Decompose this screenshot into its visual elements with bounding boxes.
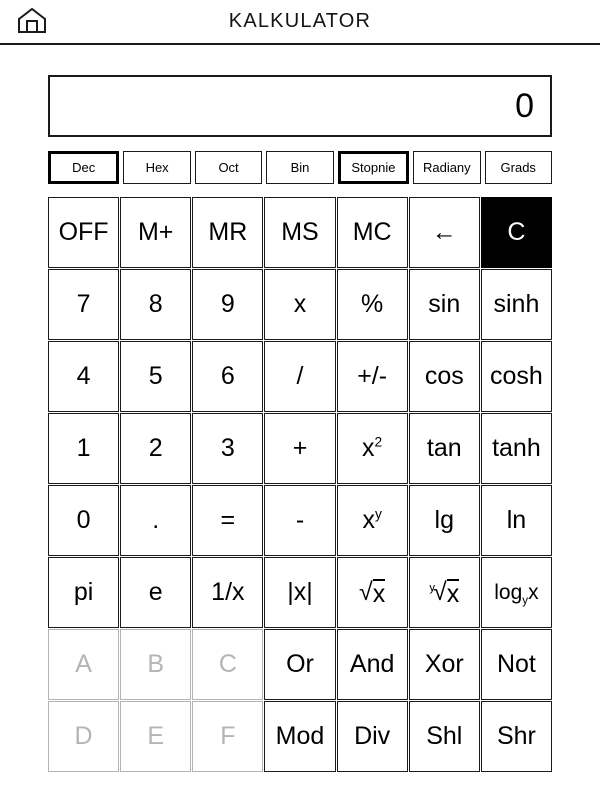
key-bitwise-and[interactable]: And [336,629,408,700]
key-square-root[interactable]: √ x [336,557,408,628]
mode-button-grads[interactable]: Grads [484,151,552,184]
key-divide[interactable]: / [264,341,336,412]
key-digit-4[interactable]: 4 [48,341,120,412]
key-log-base-y[interactable]: logyx [480,557,552,628]
mode-selector-row: Dec Hex Oct Bin Stopnie Radiany Grads [48,151,552,184]
key-digit-6[interactable]: 6 [192,341,264,412]
key-hex-b: B [120,629,192,700]
mode-button-hex[interactable]: Hex [123,151,191,184]
key-digit-1[interactable]: 1 [48,413,120,484]
key-minus[interactable]: - [264,485,336,556]
key-square[interactable]: x2 [336,413,408,484]
calculator-display[interactable]: 0 [48,75,552,137]
key-multiply[interactable]: x [264,269,336,340]
page-title: KALKULATOR [228,10,372,32]
key-digit-0[interactable]: 0 [48,485,120,556]
display-area: 0 [48,75,552,137]
key-sign-toggle[interactable]: +/- [336,341,408,412]
key-shift-left[interactable]: Shl [408,701,480,772]
app-header: KALKULATOR [0,0,600,45]
mode-button-radiany[interactable]: Radiany [413,151,481,184]
key-sin[interactable]: sin [408,269,480,340]
key-tanh[interactable]: tanh [480,413,552,484]
mode-button-bin[interactable]: Bin [266,151,334,184]
home-button[interactable] [14,5,50,39]
key-digit-5[interactable]: 5 [120,341,192,412]
key-digit-7[interactable]: 7 [48,269,120,340]
key-percent[interactable]: % [336,269,408,340]
key-sinh[interactable]: sinh [480,269,552,340]
key-log10[interactable]: lg [408,485,480,556]
key-memory-store[interactable]: MS [264,197,336,268]
mode-button-stopnie[interactable]: Stopnie [337,151,410,184]
key-memory-recall[interactable]: MR [192,197,264,268]
key-clear[interactable]: C [480,197,552,268]
key-hex-d: D [48,701,120,772]
key-off[interactable]: OFF [48,197,120,268]
key-backspace[interactable]: ← [408,197,480,268]
key-bitwise-xor[interactable]: Xor [408,629,480,700]
key-memory-add[interactable]: M+ [120,197,192,268]
key-hex-f: F [192,701,264,772]
key-cos[interactable]: cos [408,341,480,412]
key-tan[interactable]: tan [408,413,480,484]
key-cosh[interactable]: cosh [480,341,552,412]
key-digit-2[interactable]: 2 [120,413,192,484]
mode-button-oct[interactable]: Oct [194,151,263,184]
key-digit-9[interactable]: 9 [192,269,264,340]
key-hex-a: A [48,629,120,700]
key-euler-e[interactable]: e [120,557,192,628]
key-equals[interactable]: = [192,485,264,556]
key-memory-clear[interactable]: MC [336,197,408,268]
key-digit-8[interactable]: 8 [120,269,192,340]
key-absolute[interactable]: |x| [264,557,336,628]
key-bitwise-not[interactable]: Not [480,629,552,700]
key-plus[interactable]: + [264,413,336,484]
key-nth-root[interactable]: y √ x [408,557,480,628]
key-ln[interactable]: ln [480,485,552,556]
key-hex-e: E [120,701,192,772]
mode-button-dec[interactable]: Dec [48,151,120,184]
key-digit-3[interactable]: 3 [192,413,264,484]
key-hex-c: C [192,629,264,700]
key-pi[interactable]: pi [48,557,120,628]
key-bitwise-or[interactable]: Or [264,629,336,700]
key-shift-right[interactable]: Shr [480,701,552,772]
key-decimal-point[interactable]: . [120,485,192,556]
key-power-xy[interactable]: xy [336,485,408,556]
key-integer-div[interactable]: Div [336,701,408,772]
key-reciprocal[interactable]: 1/x [192,557,264,628]
key-modulo[interactable]: Mod [264,701,336,772]
keypad-grid: OFF M+ MR MS MC ← C 7 8 9 x% sin sinh 4 5 6/+/- cos cosh 1… [48,197,552,772]
home-icon [17,7,47,38]
